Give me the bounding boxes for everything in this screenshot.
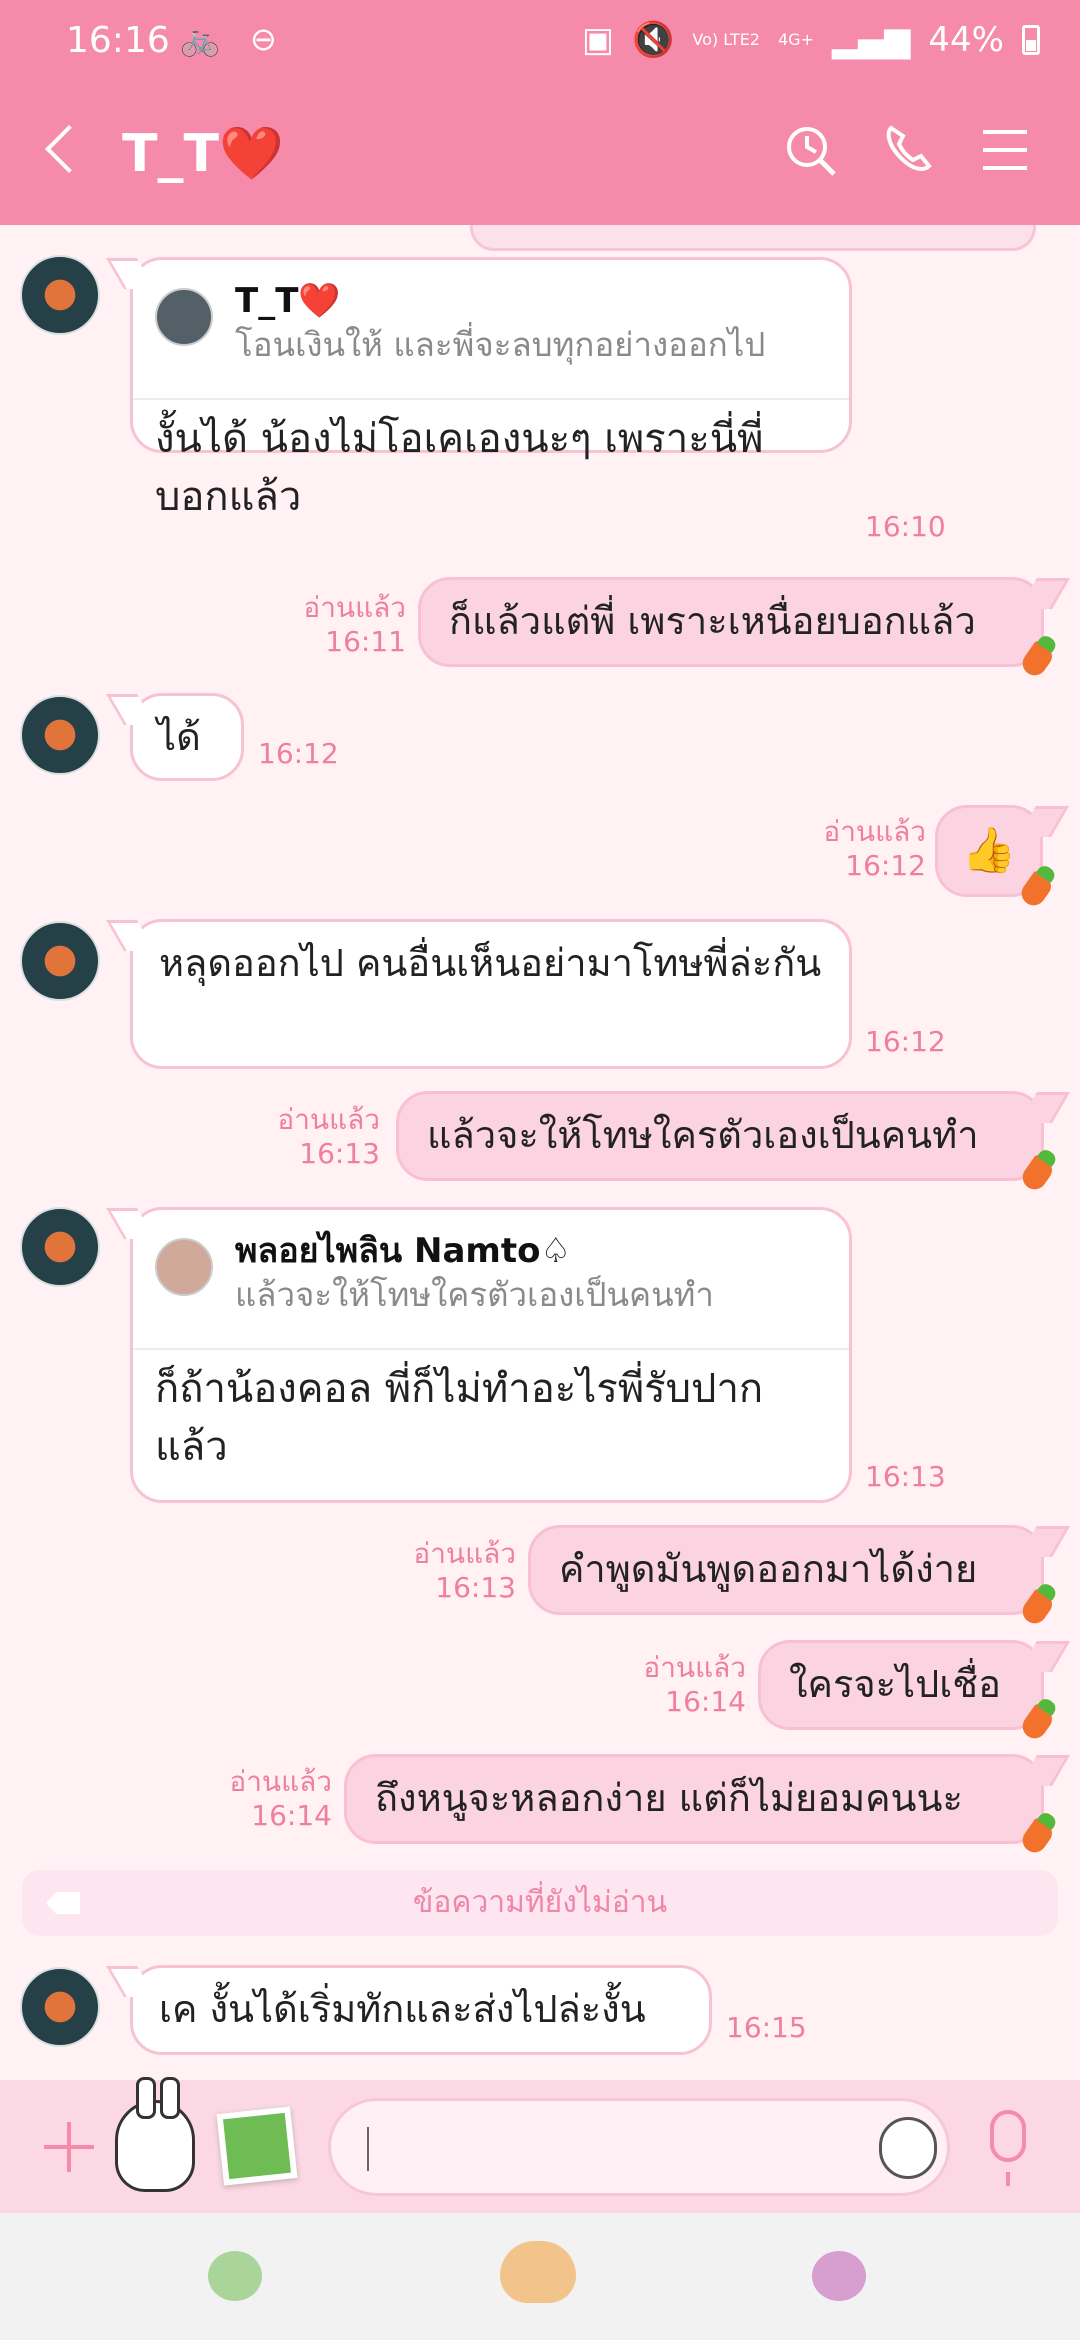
message-text: ใครจะไปเชื่อ	[789, 1662, 1001, 1706]
green-bean-icon[interactable]	[208, 2251, 262, 2301]
message-time: 16:14	[251, 1799, 332, 1832]
message-text: ก็ถ้าน้องคอล พี่ก็ไม่ทำอะไรพี่รับปากแล้ว	[155, 1366, 764, 1470]
message-text: ถึงหนูจะหลอกง่าย แต่ก็ไม่ยอมคนนะ	[375, 1776, 963, 1820]
plus-icon[interactable]	[44, 2122, 94, 2172]
mute-icon: 🔇	[632, 20, 675, 60]
message-bubble[interactable]: ถึงหนูจะหลอกง่าย แต่ก็ไม่ยอมคนนะ	[344, 1754, 1057, 1857]
reply-avatar	[155, 288, 213, 346]
read-status: อ่านแล้ว 16:13	[230, 1103, 380, 1171]
battery-saver-icon: ▣	[581, 20, 615, 60]
network-type: 4G+	[777, 30, 814, 49]
avatar[interactable]	[20, 695, 100, 775]
reply-preview[interactable]: T_T❤️ โอนเงินให้ และพี่จะลบทุกอย่างออกไป	[133, 260, 849, 400]
carrot-icon	[1017, 1588, 1057, 1628]
previous-message-edge	[470, 225, 1036, 251]
message-bubble[interactable]: ก็แล้วแต่พี่ เพราะเหนื่อยบอกแล้ว	[418, 577, 1057, 680]
carrot-icon	[1017, 1817, 1057, 1857]
purple-bean-icon[interactable]	[812, 2251, 866, 2301]
message-time: 16:13	[435, 1571, 516, 1604]
read-status: อ่านแล้ว 16:14	[610, 1651, 746, 1719]
read-label: อ่านแล้ว	[413, 1537, 516, 1570]
search-icon[interactable]	[780, 120, 840, 180]
status-time: 16:16	[66, 20, 170, 61]
avatar[interactable]	[20, 255, 100, 335]
message-bubble[interactable]: 👍	[935, 805, 1056, 910]
text-cursor	[367, 2127, 369, 2171]
read-status: อ่านแล้ว 16:14	[196, 1765, 332, 1833]
message-text: แล้วจะให้โทษใครตัวเองเป็นคนทำ	[427, 1113, 979, 1157]
reply-avatar	[155, 1238, 213, 1296]
message-time: 16:11	[325, 625, 406, 658]
bike-icon: 🚲	[180, 20, 230, 58]
unread-label: ข้อความที่ยังไม่อ่าน	[412, 1885, 668, 1920]
message-bubble[interactable]: เค งั้นได้เริ่มทักและส่งไปล่ะงั้น	[130, 1965, 712, 2055]
message-time: 16:13	[299, 1137, 380, 1170]
message-input[interactable]	[328, 2098, 950, 2196]
message-bubble[interactable]: ได้	[130, 693, 244, 781]
message-time: 16:12	[258, 737, 339, 770]
network-label: Vo) LTE2	[692, 30, 760, 49]
carrot-icon	[1017, 1154, 1057, 1194]
message-time: 16:12	[865, 1025, 946, 1058]
read-status: อ่านแล้ว 16:12	[750, 815, 926, 883]
reply-preview[interactable]: พลอยไพลิน Namto♤ แล้วจะให้โทษใครตัวเองเป…	[133, 1210, 849, 1350]
read-status: อ่านแล้ว 16:13	[380, 1537, 516, 1605]
message-bubble[interactable]: ใครจะไปเชื่อ	[758, 1640, 1057, 1743]
bear-icon[interactable]	[500, 2241, 576, 2303]
battery-level: 44%	[928, 20, 1004, 60]
sticker-icon[interactable]	[115, 2077, 195, 2192]
thumbs-up-sticker: 👍	[961, 825, 1017, 876]
message-time: 16:15	[726, 2011, 807, 2044]
status-left-icons: 🚲 ⊖	[180, 20, 287, 58]
avatar[interactable]	[20, 921, 100, 1001]
message-text: งั้นได้ น้องไม่โอเคเองนะๆ เพราะนี่พี่บอก…	[155, 416, 764, 520]
minus-circle-icon: ⊖	[250, 20, 287, 58]
back-icon[interactable]	[44, 124, 94, 174]
message-text: ก็แล้วแต่พี่ เพราะเหนื่อยบอกแล้ว	[449, 599, 976, 643]
message-text: เค งั้นได้เริ่มทักและส่งไปล่ะงั้น	[159, 1987, 646, 2031]
avatar[interactable]	[20, 1967, 100, 2047]
message-bubble[interactable]: T_T❤️ โอนเงินให้ และพี่จะลบทุกอย่างออกไป…	[130, 257, 852, 520]
carrot-icon	[1016, 870, 1056, 910]
bottom-navigation	[0, 2213, 1080, 2340]
read-label: อ่านแล้ว	[229, 1765, 332, 1798]
reply-text: แล้วจะให้โทษใครตัวเองเป็นคนทำ	[235, 1275, 714, 1314]
read-label: อ่านแล้ว	[823, 815, 926, 848]
menu-icon[interactable]	[975, 120, 1035, 180]
top-app-bar: 16:16 🚲 ⊖ ▣ 🔇 Vo) LTE2 4G+ ▂▄▆ 44% T_T❤️	[0, 0, 1080, 225]
phone-icon[interactable]	[877, 120, 937, 180]
chat-area[interactable]: T_T❤️ โอนเงินให้ และพี่จะลบทุกอย่างออกไป…	[0, 225, 1080, 2080]
message-time: 16:14	[665, 1685, 746, 1718]
status-bar: 16:16 🚲 ⊖ ▣ 🔇 Vo) LTE2 4G+ ▂▄▆ 44%	[0, 0, 1080, 90]
chat-title: T_T❤️	[122, 124, 284, 184]
message-composer	[0, 2077, 1080, 2213]
read-label: อ่านแล้ว	[303, 591, 406, 624]
read-label: อ่านแล้ว	[277, 1103, 380, 1136]
carrot-icon	[1017, 640, 1057, 680]
avatar[interactable]	[20, 1207, 100, 1287]
reply-text: โอนเงินให้ และพี่จะลบทุกอย่างออกไป	[235, 325, 766, 364]
read-status: อ่านแล้ว 16:11	[250, 591, 406, 659]
message-bubble[interactable]: คำพูดมันพูดออกมาได้ง่าย	[528, 1525, 1057, 1628]
message-text: ได้	[157, 715, 201, 759]
battery-icon	[1022, 25, 1040, 55]
tag-icon	[46, 1892, 80, 1914]
message-time: 16:13	[865, 1460, 946, 1493]
message-bubble[interactable]: แล้วจะให้โทษใครตัวเองเป็นคนทำ	[396, 1091, 1057, 1194]
signal-icon: ▂▄▆	[831, 20, 911, 60]
message-time: 16:10	[865, 510, 946, 543]
chat-header: T_T❤️	[0, 108, 1080, 208]
message-text: หลุดออกไป คนอื่นเห็นอย่ามาโทษพี่ล่ะกัน	[159, 941, 822, 985]
photo-icon[interactable]	[216, 2106, 298, 2186]
message-time: 16:12	[845, 849, 926, 882]
read-label: อ่านแล้ว	[643, 1651, 746, 1684]
message-text: คำพูดมันพูดออกมาได้ง่าย	[559, 1547, 978, 1591]
message-bubble[interactable]: พลอยไพลิน Namto♤ แล้วจะให้โทษใครตัวเองเป…	[130, 1207, 852, 1503]
unread-divider: ข้อความที่ยังไม่อ่าน	[22, 1870, 1058, 1936]
emoji-icon[interactable]	[879, 2117, 937, 2179]
carrot-icon	[1017, 1703, 1057, 1743]
microphone-icon[interactable]	[990, 2110, 1026, 2186]
message-bubble[interactable]: หลุดออกไป คนอื่นเห็นอย่ามาโทษพี่ล่ะกัน	[130, 919, 852, 1069]
status-right: ▣ 🔇 Vo) LTE2 4G+ ▂▄▆ 44%	[582, 20, 1040, 60]
